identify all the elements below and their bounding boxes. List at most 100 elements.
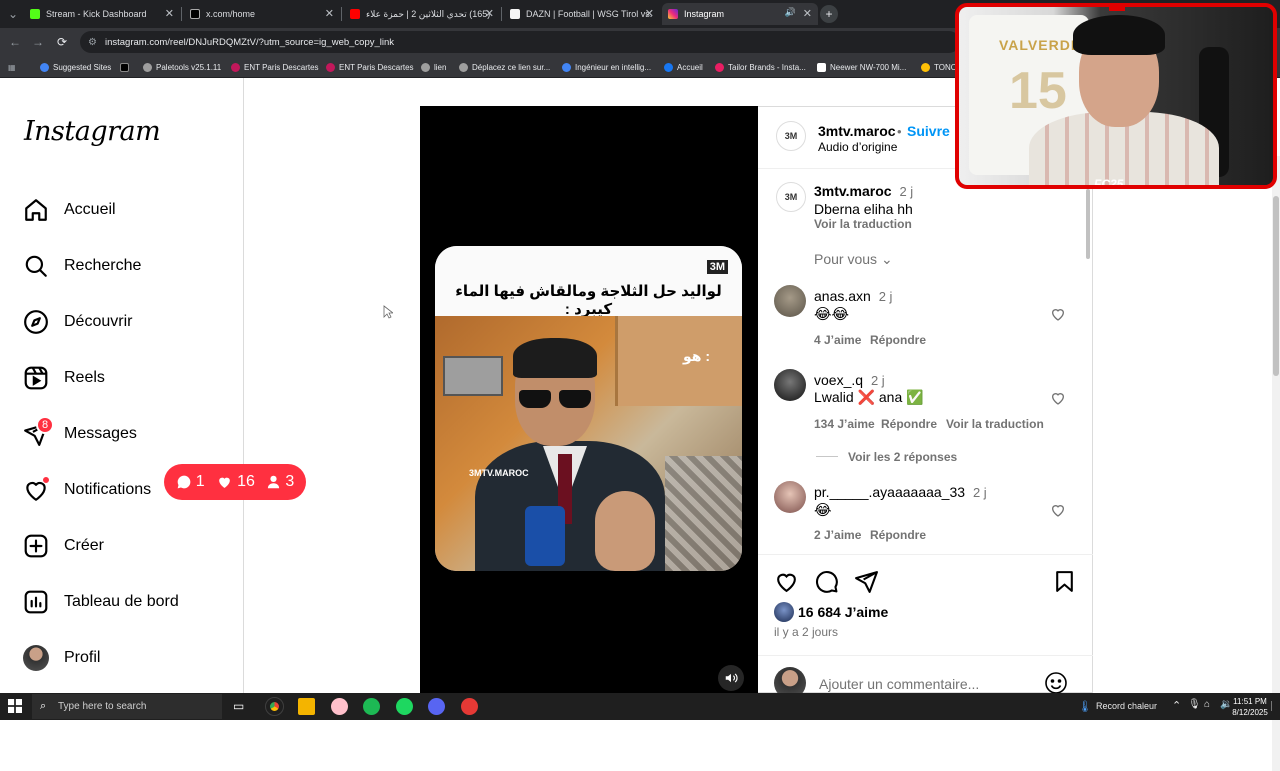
chevron-up-icon[interactable]: ⌃ — [1172, 699, 1181, 712]
bookmark-paletools[interactable]: Paletools v25.1.11 — [143, 60, 221, 74]
bookmark-icon[interactable] — [1052, 569, 1077, 594]
nav-recherche[interactable]: Recherche — [22, 250, 141, 282]
bookmark-ingenieur[interactable]: Ingénieur en intellig... — [562, 60, 651, 74]
like-count[interactable]: 16 684 J’aime — [798, 604, 888, 620]
close-tab-icon[interactable]: ✕ — [165, 7, 174, 20]
bookmark-deplacez[interactable]: Déplacez ce lien sur... — [459, 60, 550, 74]
see-translation-link[interactable]: Voir la traduction — [814, 217, 912, 231]
close-tab-icon[interactable]: ✕ — [485, 7, 494, 20]
author-username[interactable]: 3mtv.maroc — [818, 123, 896, 139]
nav-label: Notifications — [64, 481, 152, 498]
comment-username[interactable]: anas.axn — [814, 288, 871, 304]
app-icon[interactable] — [331, 698, 348, 715]
back-icon[interactable]: ← — [6, 33, 24, 51]
reload-icon[interactable]: ⟳ — [53, 33, 71, 51]
close-tab-icon[interactable]: ✕ — [325, 7, 334, 20]
share-icon[interactable] — [854, 569, 879, 594]
reel-brand-logo: 3M — [706, 260, 728, 274]
speaker-icon[interactable]: 🔊 — [785, 7, 796, 18]
pour-vous-dropdown[interactable]: Pour vous ⌄ — [814, 251, 893, 268]
comment-likes[interactable]: 2 J’aime — [814, 528, 861, 542]
nav-accueil[interactable]: Accueil — [22, 194, 116, 226]
bookmark-accueil[interactable]: Accueil — [664, 60, 703, 74]
like-comment-icon[interactable] — [1050, 306, 1066, 322]
reply-button[interactable]: Répondre — [870, 528, 926, 542]
nav-profil[interactable]: Profil — [22, 642, 100, 674]
commenter-avatar[interactable] — [774, 481, 806, 513]
view-replies-link[interactable]: Voir les 2 réponses — [848, 450, 957, 464]
caption-username[interactable]: 3mtv.maroc — [814, 183, 892, 199]
tab-search-icon[interactable]: ⌄ — [4, 5, 22, 23]
reply-button[interactable]: Répondre — [870, 333, 926, 347]
close-tab-icon[interactable]: ✕ — [803, 7, 812, 20]
notifications-popup[interactable]: 1 16 3 — [164, 464, 306, 500]
like-icon[interactable] — [774, 569, 799, 594]
comments-scrollbar[interactable] — [1086, 169, 1091, 549]
comment-username[interactable]: pr._____.ayaaaaaaa_33 — [814, 484, 965, 500]
spotify-icon[interactable] — [396, 698, 413, 715]
chrome-icon[interactable] — [265, 697, 284, 716]
emoji-icon[interactable] — [1044, 671, 1068, 695]
nav-creer[interactable]: Créer — [22, 530, 104, 562]
comment-icon[interactable] — [814, 569, 839, 594]
taskbar-search-box[interactable]: ⌕ Type here to search — [32, 694, 222, 719]
caption-avatar[interactable]: 3M — [776, 182, 806, 212]
close-tab-icon[interactable]: ✕ — [645, 7, 654, 20]
audio-label[interactable]: Audio d’origine — [818, 140, 897, 154]
system-clock[interactable]: 11:51 PM 8/12/2025 — [1232, 696, 1268, 718]
tab-youtube[interactable]: (165) تحدي الثلاثين 2 | حمزة علاء ✕ — [344, 3, 500, 25]
show-desktop-button[interactable] — [1271, 701, 1274, 711]
nav-label: Recherche — [64, 257, 142, 274]
spotify-green-icon[interactable] — [363, 698, 380, 715]
microphone-icon[interactable]: 🎙 — [1188, 699, 1201, 710]
volume-icon[interactable]: 🔉 — [1220, 699, 1232, 710]
commenter-avatar[interactable] — [774, 285, 806, 317]
tab-x-home[interactable]: x.com/home ✕ — [184, 3, 340, 25]
bookmark-ent-1[interactable]: ENT Paris Descartes — [231, 60, 319, 74]
author-avatar[interactable]: 3M — [776, 121, 806, 151]
instagram-logo[interactable]: Instagram — [24, 116, 161, 147]
volume-button[interactable] — [718, 665, 744, 691]
nav-messages[interactable]: 8 Messages — [22, 416, 137, 450]
post-date[interactable]: il y a 2 jours — [774, 625, 838, 639]
network-icon[interactable]: ⌂ — [1204, 699, 1210, 710]
add-comment-input[interactable]: Ajouter un commentaire... — [819, 676, 979, 692]
comment-username[interactable]: voex_.q — [814, 372, 863, 388]
liker-avatar[interactable] — [774, 602, 794, 622]
nav-reels[interactable]: Reels — [22, 362, 105, 394]
discord-icon[interactable] — [428, 698, 445, 715]
tab-instagram[interactable]: Instagram 🔊 ✕ — [662, 3, 818, 25]
follow-button[interactable]: Suivre — [907, 123, 950, 139]
comment-likes[interactable]: 134 J’aime — [814, 417, 875, 431]
apps-grid-icon[interactable]: ▦ — [8, 60, 16, 74]
windows-start-icon[interactable] — [8, 699, 22, 713]
page-scrollbar[interactable] — [1272, 156, 1280, 771]
reply-button[interactable]: Répondre — [881, 417, 937, 431]
bookmark-tailor[interactable]: Tailor Brands - Insta... — [715, 60, 806, 74]
bookmark-tono[interactable]: TONO — [921, 60, 957, 74]
weather-text[interactable]: Record chaleur — [1096, 701, 1157, 711]
tab-dazn[interactable]: DAZN | Football | WSG Tirol vs. ✕ — [504, 3, 660, 25]
reel-video-player[interactable]: 3M لواليد حل الثلاجة ومالقاش فيها الماء … — [420, 106, 758, 693]
nav-notifications[interactable]: Notifications — [22, 474, 151, 506]
site-info-icon[interactable]: ⚙ — [88, 37, 97, 48]
like-comment-icon[interactable] — [1050, 502, 1066, 518]
bookmark-suggested-sites[interactable]: Suggested Sites — [40, 60, 111, 74]
bookmark-neewer[interactable]: Neewer NW-700 Mi... — [817, 60, 906, 74]
forward-icon[interactable]: → — [29, 33, 47, 51]
comment-likes[interactable]: 4 J’aime — [814, 333, 861, 347]
file-explorer-icon[interactable] — [298, 698, 315, 715]
bookmark-lien[interactable]: lien — [421, 60, 446, 74]
nav-decouvrir[interactable]: Découvrir — [22, 306, 132, 338]
new-tab-button[interactable]: + — [820, 5, 838, 23]
tab-kick-dashboard[interactable]: Stream - Kick Dashboard ✕ — [24, 3, 180, 25]
task-view-icon[interactable]: ▭ — [233, 699, 244, 713]
like-comment-icon[interactable] — [1050, 390, 1066, 406]
see-translation-link[interactable]: Voir la traduction — [946, 417, 1044, 431]
bookmark-x[interactable] — [120, 60, 133, 74]
address-bar[interactable]: ⚙ instagram.com/reel/DNJuRDQMZtV/?utm_so… — [80, 31, 960, 53]
bookmark-ent-2[interactable]: ENT Paris Descartes — [326, 60, 414, 74]
commenter-avatar[interactable] — [774, 369, 806, 401]
record-app-icon[interactable] — [461, 698, 478, 715]
nav-tableau-de-bord[interactable]: Tableau de bord — [22, 586, 179, 618]
